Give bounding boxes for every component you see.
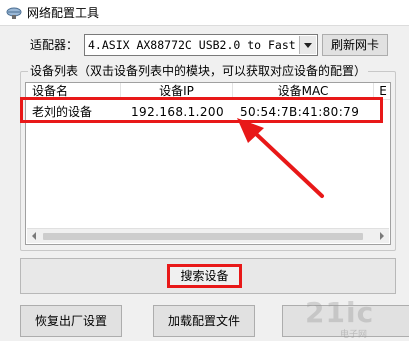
adapter-select[interactable]: 4.ASIX AX88772C USB2.0 to Fast (84, 34, 318, 56)
column-header-device-ip[interactable]: 设备IP (121, 83, 233, 100)
title-bar: 网络配置工具 (0, 0, 409, 26)
column-header-device-mac[interactable]: 设备MAC (233, 83, 374, 100)
horizontal-scrollbar[interactable] (27, 228, 389, 243)
column-header-device-name[interactable]: 设备名 (26, 83, 121, 100)
scroll-left-icon[interactable] (32, 232, 36, 240)
partially-visible-button[interactable] (282, 305, 409, 337)
load-config-button[interactable]: 加载配置文件 (153, 305, 255, 337)
device-name-cell: 老刘的设备 (32, 105, 93, 119)
refresh-adapter-button[interactable]: 刷新网卡 (322, 34, 388, 56)
adapter-label: 适配器： (30, 38, 79, 52)
app-network-icon (6, 7, 22, 19)
column-header-extra[interactable]: E (374, 83, 390, 100)
search-devices-button[interactable]: 搜索设备 (167, 264, 242, 288)
scroll-right-icon[interactable] (380, 232, 384, 240)
device-list-group-title: 设备列表（双击设备列表中的模块，可以获取对应设备的配置） (28, 63, 369, 79)
device-list[interactable]: 设备名 设备IP 设备MAC E 老刘的设备 192.168.1.200 50:… (25, 82, 391, 245)
factory-reset-button[interactable]: 恢复出厂设置 (20, 305, 122, 337)
device-ip-cell: 192.168.1.200 (131, 105, 224, 119)
device-mac-cell: 50:54:7B:41:80:79 (240, 105, 360, 119)
scrollbar-thumb[interactable] (43, 233, 363, 240)
adapter-select-value: 4.ASIX AX88772C USB2.0 to Fast (88, 38, 296, 52)
chevron-down-icon[interactable] (299, 36, 316, 54)
window-title: 网络配置工具 (27, 6, 100, 20)
